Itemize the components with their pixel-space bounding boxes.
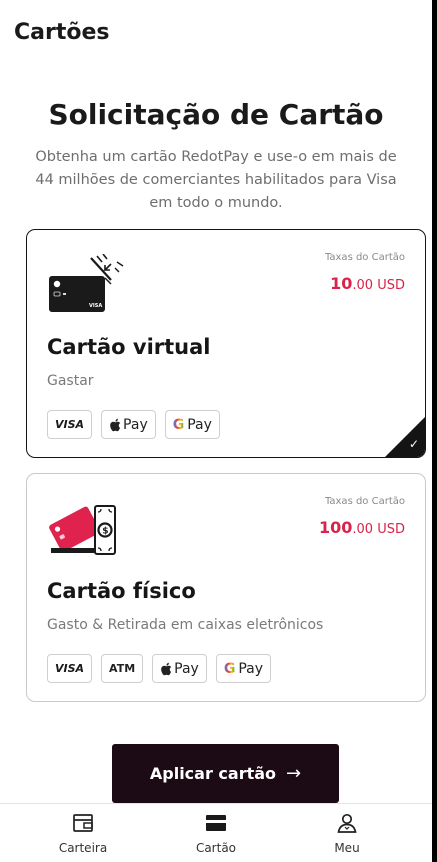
visa-badge: VISA	[47, 654, 93, 683]
nav-item-me[interactable]: Meu	[292, 804, 402, 862]
fee-amount: 10	[330, 274, 353, 293]
fee-amount: 100	[319, 518, 353, 537]
card-icon	[206, 815, 226, 831]
apply-card-button[interactable]: Aplicar cartão →	[112, 744, 339, 803]
badge-label: Pay	[187, 416, 212, 433]
apple-icon	[161, 662, 172, 675]
page-title: Cartões	[14, 20, 110, 45]
apple-icon	[110, 418, 121, 431]
bottom-nav: Carteira Cartão Meu	[0, 803, 432, 862]
virtual-card-icon: VISA	[49, 254, 124, 312]
payment-badges: VISA Pay G Pay	[47, 410, 220, 439]
nav-item-card[interactable]: Cartão	[161, 804, 271, 862]
payment-badges: VISA ATM Pay G Pay	[47, 654, 272, 683]
fee-value: 100.00 USD	[319, 518, 405, 537]
apply-button-label: Aplicar cartão	[149, 764, 277, 783]
badge-label: Pay	[123, 416, 148, 433]
selected-corner	[385, 417, 425, 457]
google-pay-badge: G Pay	[164, 410, 220, 439]
apple-pay-badge: Pay	[101, 410, 156, 439]
fee-decimals: .00 USD	[352, 522, 405, 537]
fee-label: Taxas do Cartão	[324, 252, 405, 263]
arrow-right-icon: →	[286, 763, 302, 784]
nav-item-wallet[interactable]: Carteira	[28, 804, 138, 862]
google-g-icon: G	[172, 416, 185, 433]
check-icon: ✓	[408, 437, 419, 451]
badge-label: Pay	[238, 660, 264, 677]
google-pay-badge: G Pay	[215, 654, 272, 683]
visa-badge: VISA	[47, 410, 93, 439]
google-g-icon: G	[223, 660, 236, 677]
fee-label: Taxas do Cartão	[324, 496, 405, 507]
nav-label: Carteira	[58, 841, 108, 855]
wallet-icon	[73, 814, 93, 832]
physical-card-option[interactable]: $ Taxas do Cartão 100.00 USD Cartão físi…	[26, 473, 426, 702]
section-heading: Solicitação de Cartão	[48, 98, 384, 131]
svg-text:$: $	[102, 527, 108, 537]
card-title: Cartão virtual	[47, 335, 211, 359]
app-screen: Cartões Solicitação de Cartão Obtenha um…	[0, 0, 432, 862]
section-subtitle: Obtenha um cartão RedotPay e use-o em ma…	[35, 149, 397, 211]
svg-text:VISA: VISA	[89, 303, 102, 309]
physical-card-icon: $	[49, 505, 116, 555]
card-description: Gasto & Retirada em caixas eletrônicos	[47, 617, 324, 633]
atm-badge: ATM	[101, 654, 144, 683]
nav-label: Meu	[334, 841, 360, 855]
user-icon	[337, 813, 357, 833]
fee-decimals: .00 USD	[352, 278, 405, 293]
nav-label: Cartão	[195, 841, 237, 855]
card-description: Gastar	[47, 373, 94, 389]
fee-value: 10.00 USD	[330, 274, 405, 293]
card-title: Cartão físico	[47, 579, 196, 603]
apple-pay-badge: Pay	[152, 654, 207, 683]
virtual-card-option[interactable]: VISA Taxas do Cartão 10.00 USD Cartão vi…	[26, 229, 426, 458]
badge-label: Pay	[174, 660, 199, 677]
